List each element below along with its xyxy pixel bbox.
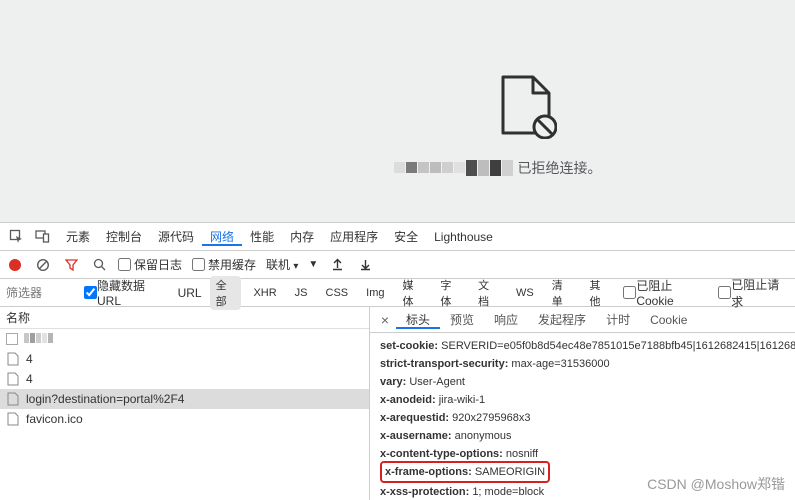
preserve-log-checkbox[interactable]: 保留日志 (118, 256, 182, 273)
clear-icon[interactable] (34, 256, 52, 274)
filter-chip[interactable]: XHR (247, 286, 282, 300)
response-header-line: strict-transport-security: max-age=31536… (380, 355, 785, 373)
filter-input[interactable] (6, 286, 76, 300)
favicon-icon (6, 372, 20, 386)
favicon-icon (6, 392, 20, 406)
detail-tab[interactable]: Cookie (640, 313, 697, 327)
request-row[interactable] (0, 329, 369, 349)
network-filter-bar: 隐藏数据 URL URL 全部 XHR JS CSS Img 媒体字体文档 WS 清单其他 已… (0, 279, 795, 307)
disable-cache-checkbox[interactable]: 禁用缓存 (192, 256, 256, 273)
close-detail-icon[interactable]: × (374, 312, 396, 328)
devtools-panel: 元素控制台源代码网络性能内存应用程序安全Lighthouse 保留日志 禁用缓存… (0, 222, 795, 500)
filter-chip[interactable]: 全部 (210, 276, 242, 310)
connection-refused-text: 已拒绝连接。 (518, 158, 602, 178)
tab-源代码[interactable]: 源代码 (150, 230, 202, 244)
detail-tab[interactable]: 预览 (440, 313, 484, 327)
name-column-header[interactable]: 名称 (0, 307, 369, 329)
blocked-request-checkbox[interactable]: 已阻止请求 (718, 276, 789, 310)
url-label: URL (178, 286, 202, 300)
hide-data-url-checkbox[interactable]: 隐藏数据 URL (84, 277, 170, 308)
watermark: CSDN @Moshow郑锴 (647, 474, 785, 494)
response-header-line: x-anodeid: jira-wiki-1 (380, 391, 785, 409)
filter-chip[interactable]: 字体 (434, 276, 466, 310)
response-header-line: x-ausername: anonymous (380, 427, 785, 445)
filter-chip[interactable]: CSS (320, 286, 355, 300)
filter-chip[interactable]: Img (360, 286, 390, 300)
tab-应用程序[interactable]: 应用程序 (322, 230, 386, 244)
tab-网络[interactable]: 网络 (202, 230, 242, 246)
header-x-frame-options: x-frame-options: SAMEORIGIN (380, 461, 550, 483)
request-row[interactable]: login?destination=portal%2F4 (0, 389, 369, 409)
filter-chip[interactable]: WS (510, 286, 540, 300)
request-list: 名称 44login?destination=portal%2F4favicon… (0, 307, 370, 500)
detail-tab[interactable]: 发起程序 (528, 313, 596, 327)
device-toggle-icon[interactable] (32, 227, 52, 247)
filter-icon[interactable] (62, 256, 80, 274)
tab-元素[interactable]: 元素 (58, 230, 98, 244)
response-header-line: vary: User-Agent (380, 373, 785, 391)
filter-chip[interactable]: JS (289, 286, 314, 300)
tab-性能[interactable]: 性能 (242, 230, 282, 244)
favicon-icon (6, 333, 18, 345)
tab-内存[interactable]: 内存 (282, 230, 322, 244)
broken-page-icon (499, 75, 557, 142)
throttle-select[interactable]: 联机 ▾ (266, 256, 298, 273)
filter-chip[interactable]: 其他 (584, 276, 616, 310)
filter-chip[interactable]: 文档 (472, 276, 504, 310)
detail-tab[interactable]: 响应 (484, 313, 528, 327)
response-header-line: x-arequestid: 920x2795968x3 (380, 409, 785, 427)
request-row[interactable]: 4 (0, 349, 369, 369)
request-row[interactable]: favicon.ico (0, 409, 369, 429)
more-arrow-icon[interactable]: ▼ (308, 259, 318, 270)
favicon-icon (6, 412, 20, 426)
filter-chip[interactable]: 媒体 (396, 276, 428, 310)
record-button[interactable] (6, 256, 24, 274)
inspect-icon[interactable] (6, 227, 26, 247)
tab-安全[interactable]: 安全 (386, 230, 426, 244)
response-header-line: set-cookie: SERVERID=e05f0b8d54ec48e7851… (380, 337, 785, 355)
request-row[interactable]: 4 (0, 369, 369, 389)
blocked-cookie-checkbox[interactable]: 已阻止 Cookie (623, 277, 710, 308)
request-detail: × 标头预览响应发起程序计时Cookie set-cookie: SERVERI… (370, 307, 795, 500)
detail-tab[interactable]: 标头 (396, 313, 440, 329)
favicon-icon (6, 352, 20, 366)
tab-控制台[interactable]: 控制台 (98, 230, 150, 244)
detail-tab[interactable]: 计时 (596, 313, 640, 327)
devtools-tab-bar: 元素控制台源代码网络性能内存应用程序安全Lighthouse (0, 223, 795, 251)
filter-chip[interactable]: 清单 (546, 276, 578, 310)
page-viewport: 已拒绝连接。 (0, 0, 795, 222)
upload-icon[interactable] (328, 256, 346, 274)
tab-Lighthouse[interactable]: Lighthouse (426, 230, 501, 244)
search-icon[interactable] (90, 256, 108, 274)
download-icon[interactable] (356, 256, 374, 274)
censored-hostname (394, 160, 514, 176)
